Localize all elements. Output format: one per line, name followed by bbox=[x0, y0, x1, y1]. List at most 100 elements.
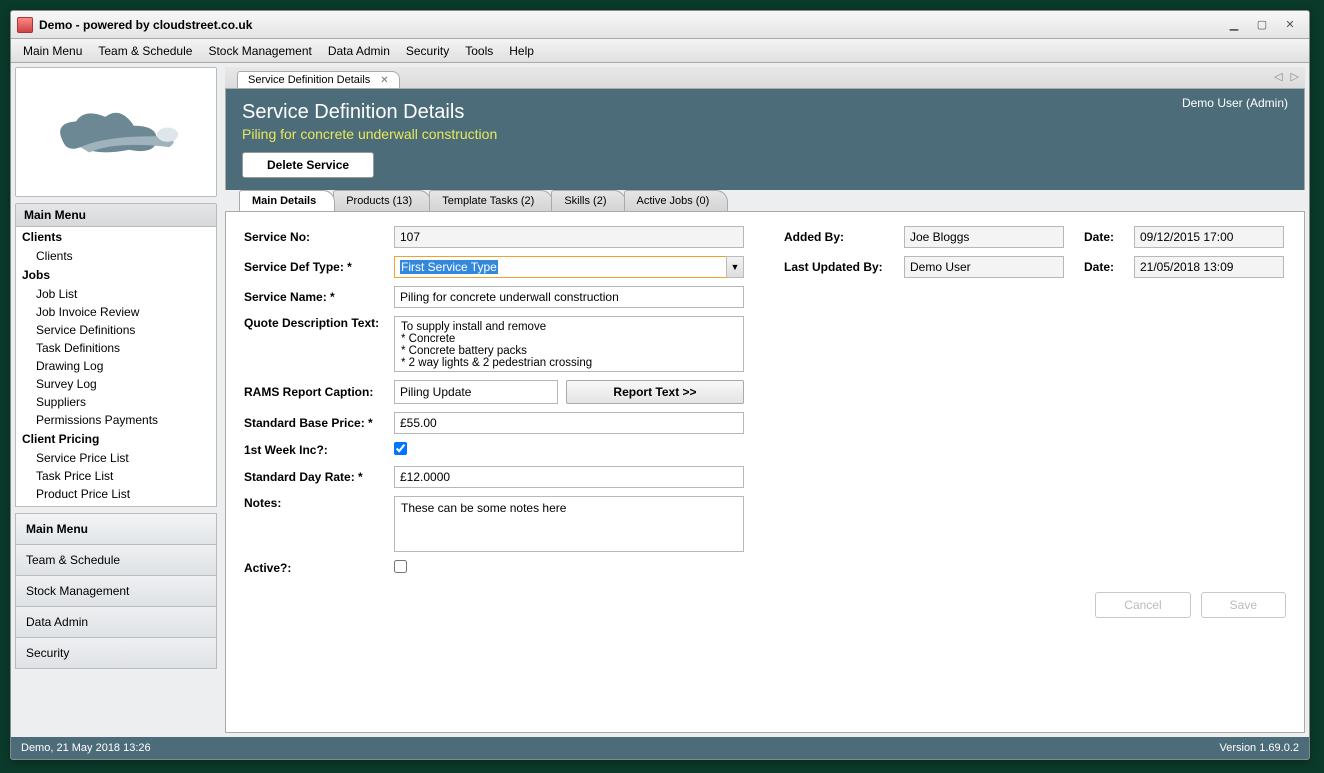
menu-help[interactable]: Help bbox=[501, 42, 542, 60]
notes-field[interactable] bbox=[394, 496, 744, 552]
day-rate-label: Standard Day Rate: * bbox=[244, 470, 394, 484]
detail-tabs: Main Details Products (13) Template Task… bbox=[225, 190, 1305, 212]
menu-stock-management[interactable]: Stock Management bbox=[200, 42, 319, 60]
bottom-nav-main-menu[interactable]: Main Menu bbox=[15, 513, 217, 544]
first-week-checkbox[interactable] bbox=[394, 442, 407, 455]
nav-group-jobs: Jobs bbox=[16, 265, 216, 285]
logo bbox=[15, 67, 217, 197]
active-checkbox[interactable] bbox=[394, 560, 407, 573]
nav-item-product-price-list[interactable]: Product Price List bbox=[16, 485, 216, 503]
tab-skills[interactable]: Skills (2) bbox=[551, 190, 625, 211]
day-rate-field[interactable] bbox=[394, 466, 744, 488]
tab-next-icon[interactable]: ▷ bbox=[1291, 70, 1299, 83]
tab-active-jobs[interactable]: Active Jobs (0) bbox=[624, 190, 729, 211]
nav-item-service-price-list[interactable]: Service Price List bbox=[16, 449, 216, 467]
tab-main-details[interactable]: Main Details bbox=[239, 190, 335, 211]
added-date-field bbox=[1134, 226, 1284, 248]
current-user: Demo User (Admin) bbox=[1182, 96, 1288, 110]
nav-item-suppliers[interactable]: Suppliers bbox=[16, 393, 216, 411]
cloud-logo-icon bbox=[41, 92, 191, 172]
page-title: Service Definition Details bbox=[242, 101, 1288, 124]
menu-tools[interactable]: Tools bbox=[457, 42, 501, 60]
save-button[interactable]: Save bbox=[1201, 592, 1286, 618]
tab-close-icon[interactable]: ✕ bbox=[380, 75, 388, 86]
status-version: Version 1.69.0.2 bbox=[1219, 742, 1299, 754]
menu-main[interactable]: Main Menu bbox=[15, 42, 90, 60]
bottom-nav: Main Menu Team & Schedule Stock Manageme… bbox=[15, 513, 217, 669]
tab-nav-arrows: ◁ ▷ bbox=[1274, 70, 1299, 83]
added-by-label: Added By: bbox=[784, 230, 904, 244]
page-subtitle: Piling for concrete underwall constructi… bbox=[242, 126, 1288, 142]
updated-date-label: Date: bbox=[1084, 260, 1134, 274]
bottom-nav-team-schedule[interactable]: Team & Schedule bbox=[15, 544, 217, 575]
nav-tree[interactable]: ClientsClientsJobsJob ListJob Invoice Re… bbox=[15, 227, 217, 507]
document-tab-strip: Service Definition Details ✕ ◁ ▷ bbox=[225, 67, 1305, 89]
tab-prev-icon[interactable]: ◁ bbox=[1274, 70, 1282, 83]
report-text-button[interactable]: Report Text >> bbox=[566, 380, 744, 404]
service-def-type-select[interactable]: First Service Type ▼ bbox=[394, 256, 744, 278]
bottom-nav-data-admin[interactable]: Data Admin bbox=[15, 606, 217, 637]
status-left: Demo, 21 May 2018 13:26 bbox=[21, 742, 151, 754]
added-date-label: Date: bbox=[1084, 230, 1134, 244]
close-icon[interactable]: ✕ bbox=[1283, 18, 1297, 32]
menu-team-schedule[interactable]: Team & Schedule bbox=[90, 42, 200, 60]
sidebar-header: Main Menu bbox=[15, 203, 217, 227]
window-title: Demo - powered by cloudstreet.co.uk bbox=[39, 18, 1227, 32]
delete-service-button[interactable]: Delete Service bbox=[242, 152, 374, 178]
sidebar: Main Menu ClientsClientsJobsJob ListJob … bbox=[11, 63, 221, 737]
app-icon bbox=[17, 17, 33, 33]
bottom-nav-stock-management[interactable]: Stock Management bbox=[15, 575, 217, 606]
form-panel: Service No: Added By: Date: Service Def … bbox=[225, 212, 1305, 733]
nav-item-clients[interactable]: Clients bbox=[16, 247, 216, 265]
service-no-label: Service No: bbox=[244, 230, 394, 244]
menubar: Main Menu Team & Schedule Stock Manageme… bbox=[11, 39, 1309, 63]
base-price-field[interactable] bbox=[394, 412, 744, 434]
statusbar: Demo, 21 May 2018 13:26 Version 1.69.0.2 bbox=[11, 737, 1309, 759]
nav-item-task-price-list[interactable]: Task Price List bbox=[16, 467, 216, 485]
service-no-field bbox=[394, 226, 744, 248]
cancel-button[interactable]: Cancel bbox=[1095, 592, 1190, 618]
document-tab-label: Service Definition Details bbox=[248, 74, 370, 86]
nav-item-drawing-log[interactable]: Drawing Log bbox=[16, 357, 216, 375]
service-def-type-label: Service Def Type: * bbox=[244, 260, 394, 274]
document-tab[interactable]: Service Definition Details ✕ bbox=[237, 71, 400, 88]
bottom-nav-security[interactable]: Security bbox=[15, 637, 217, 669]
minimize-icon[interactable]: ▁ bbox=[1227, 18, 1241, 32]
notes-label: Notes: bbox=[244, 496, 394, 510]
updated-date-field bbox=[1134, 256, 1284, 278]
service-def-type-value[interactable]: First Service Type bbox=[394, 256, 726, 278]
active-label: Active?: bbox=[244, 561, 394, 575]
menu-security[interactable]: Security bbox=[398, 42, 457, 60]
quote-description-label: Quote Description Text: bbox=[244, 316, 394, 330]
form-footer-buttons: Cancel Save bbox=[244, 592, 1286, 618]
first-week-label: 1st Week Inc?: bbox=[244, 443, 394, 457]
tab-products[interactable]: Products (13) bbox=[333, 190, 431, 211]
form-grid: Service No: Added By: Date: Service Def … bbox=[244, 226, 1286, 576]
main-panel: Service Definition Details ✕ ◁ ▷ Service… bbox=[221, 63, 1309, 737]
app-window: Demo - powered by cloudstreet.co.uk ▁ ▢ … bbox=[10, 10, 1310, 760]
service-name-field[interactable] bbox=[394, 286, 744, 308]
rams-caption-label: RAMS Report Caption: bbox=[244, 385, 394, 399]
page-header: Service Definition Details Demo User (Ad… bbox=[225, 89, 1305, 191]
content-area: Main Menu ClientsClientsJobsJob ListJob … bbox=[11, 63, 1309, 737]
last-updated-by-label: Last Updated By: bbox=[784, 260, 904, 274]
menu-data-admin[interactable]: Data Admin bbox=[320, 42, 398, 60]
nav-item-job-invoice-review[interactable]: Job Invoice Review bbox=[16, 303, 216, 321]
nav-group-clients: Clients bbox=[16, 227, 216, 247]
nav-item-service-definitions[interactable]: Service Definitions bbox=[16, 321, 216, 339]
last-updated-by-field bbox=[904, 256, 1064, 278]
nav-group-client-pricing: Client Pricing bbox=[16, 429, 216, 449]
quote-description-field[interactable] bbox=[394, 316, 744, 372]
tab-template-tasks[interactable]: Template Tasks (2) bbox=[429, 190, 553, 211]
maximize-icon[interactable]: ▢ bbox=[1255, 18, 1269, 32]
rams-caption-field[interactable] bbox=[394, 380, 558, 404]
service-name-label: Service Name: * bbox=[244, 290, 394, 304]
nav-item-survey-log[interactable]: Survey Log bbox=[16, 375, 216, 393]
chevron-down-icon[interactable]: ▼ bbox=[726, 256, 744, 278]
nav-item-job-list[interactable]: Job List bbox=[16, 285, 216, 303]
nav-item-permissions-payments[interactable]: Permissions Payments bbox=[16, 411, 216, 429]
titlebar: Demo - powered by cloudstreet.co.uk ▁ ▢ … bbox=[11, 11, 1309, 39]
nav-item-task-definitions[interactable]: Task Definitions bbox=[16, 339, 216, 357]
window-controls: ▁ ▢ ✕ bbox=[1227, 18, 1303, 32]
base-price-label: Standard Base Price: * bbox=[244, 416, 394, 430]
